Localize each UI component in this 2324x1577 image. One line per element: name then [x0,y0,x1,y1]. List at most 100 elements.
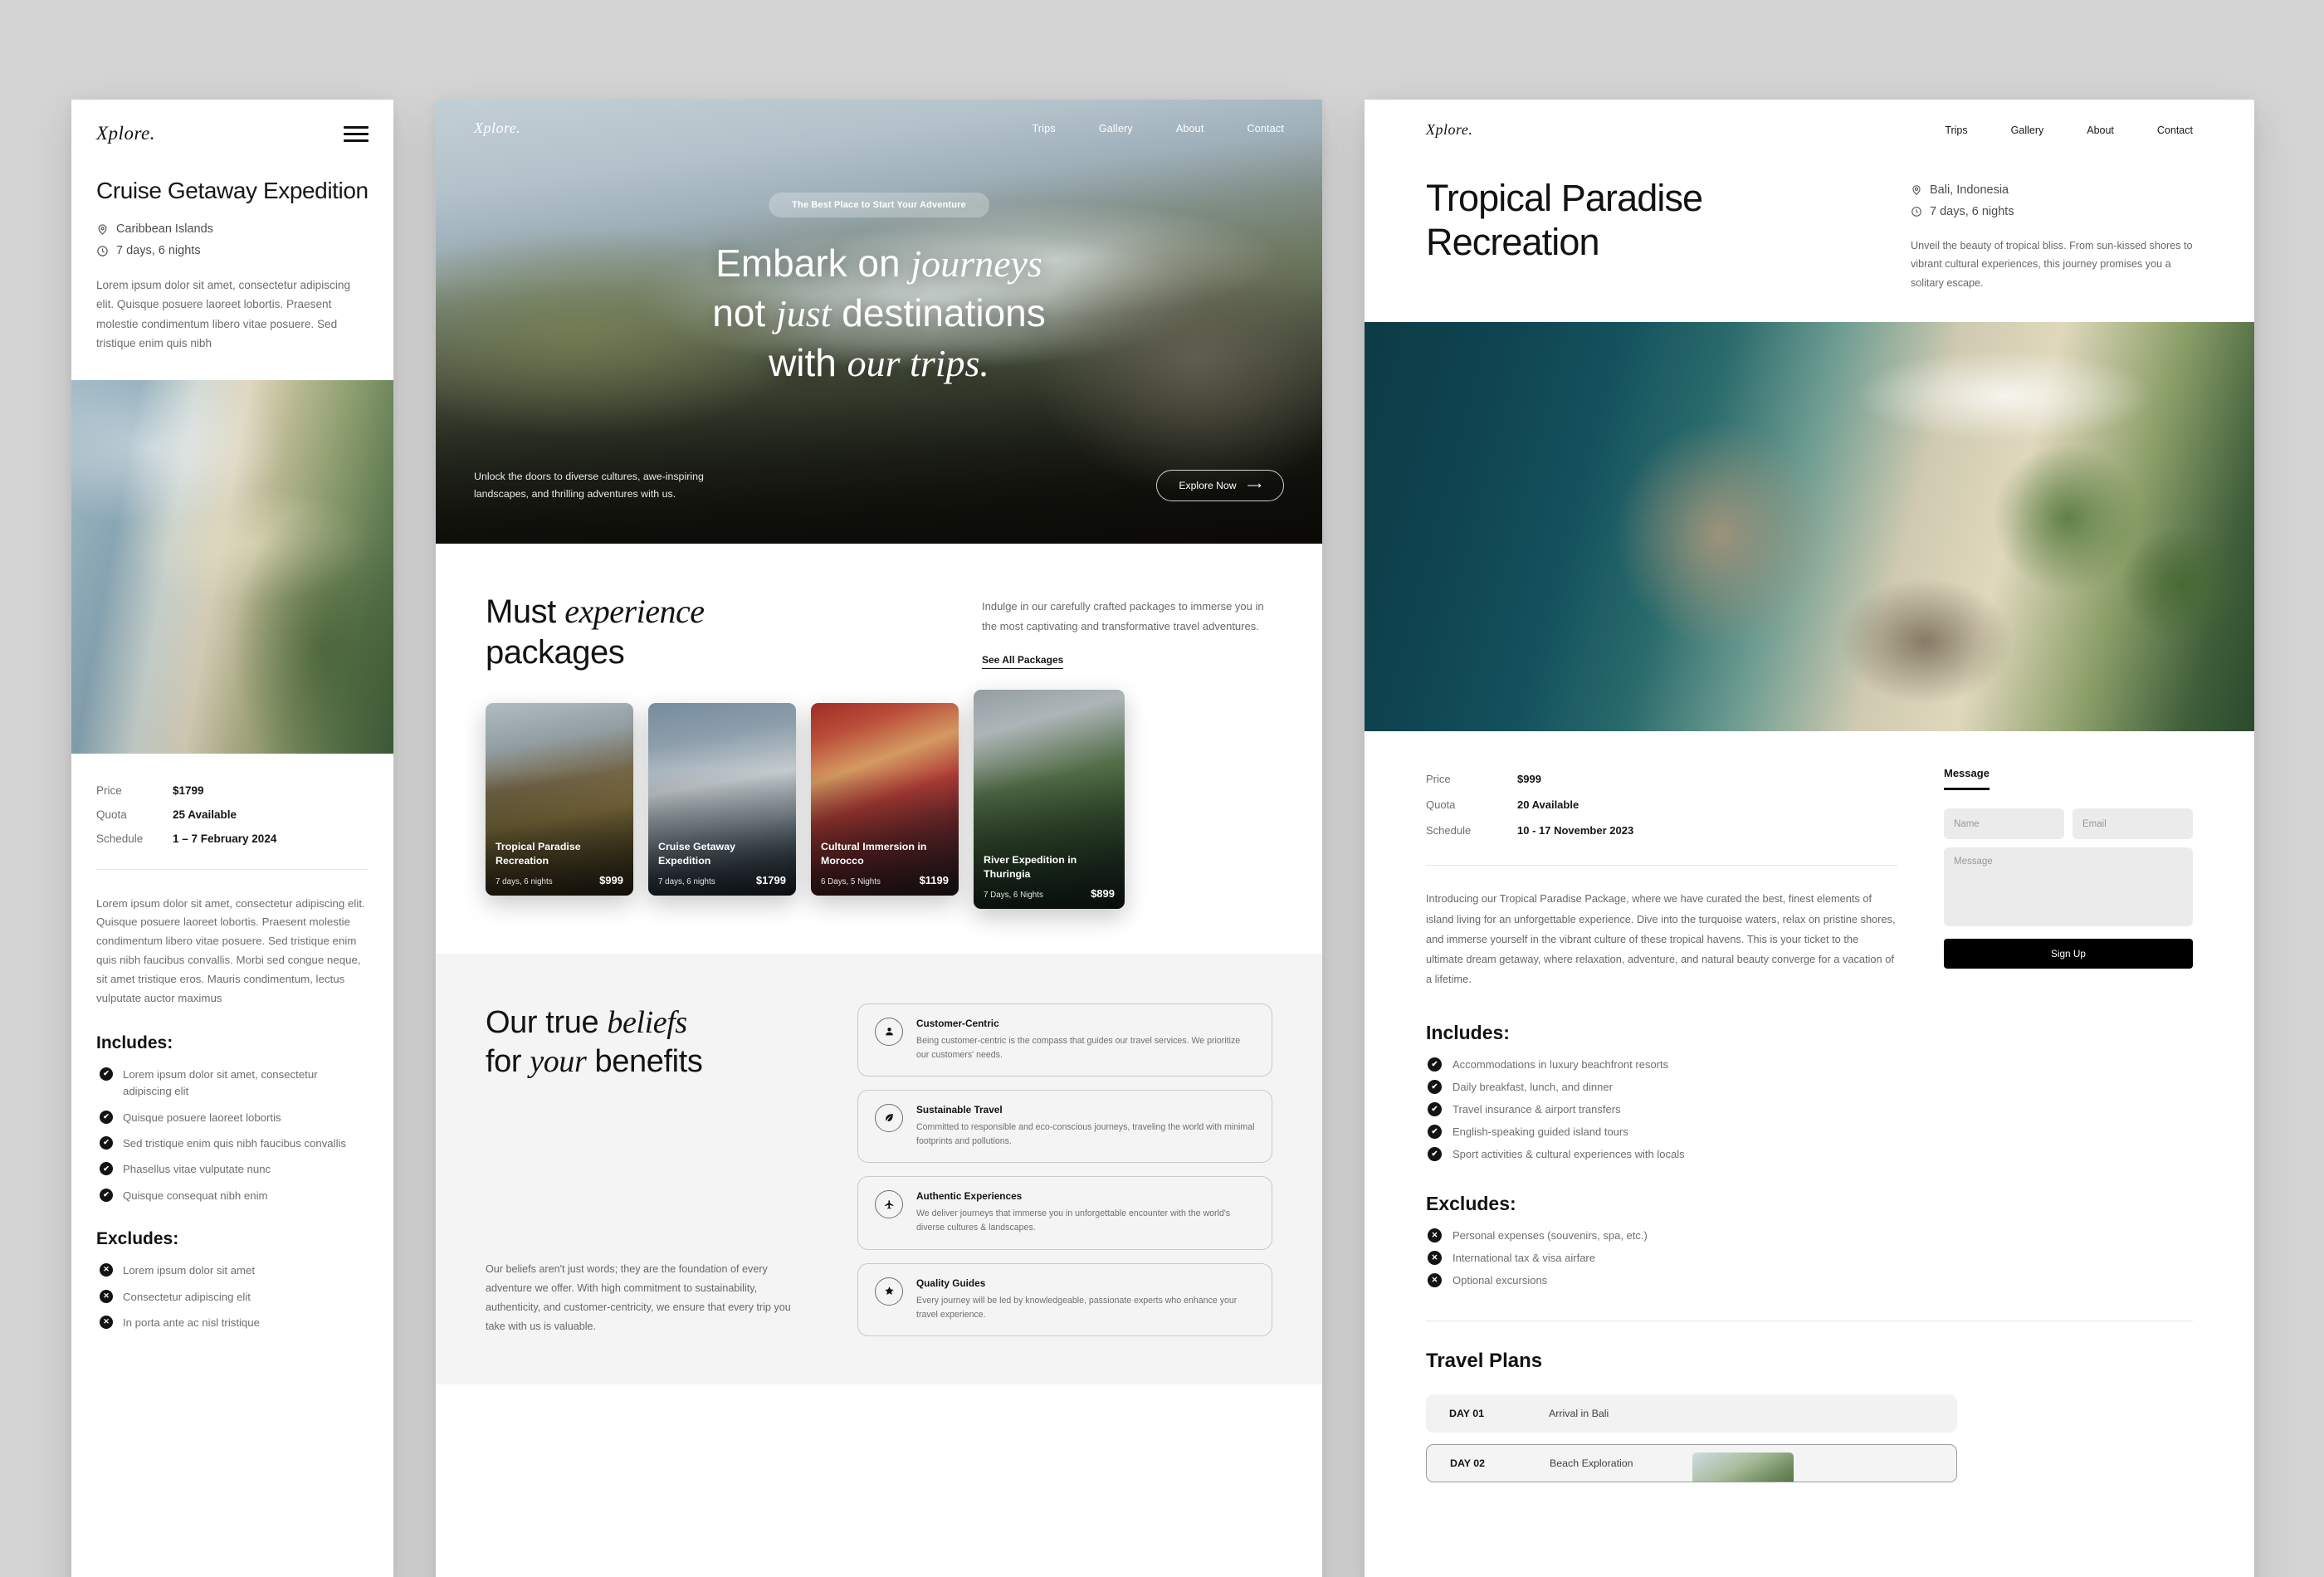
title-part-italic: experience [564,593,705,630]
clock-icon [96,245,109,257]
brand-logo[interactable]: Xplore. [1426,121,1472,139]
spec-value: 25 Available [173,808,237,821]
nav-item-trips[interactable]: Trips [1033,121,1056,136]
nav-link[interactable]: Contact [1247,123,1284,134]
plan-name: Beach Exploration [1550,1457,1633,1469]
intro-paragraph: Lorem ipsum dolor sit amet, consectetur … [96,279,350,350]
plan-row[interactable]: DAY 02 Beach Exploration [1426,1443,1957,1482]
package-card-body: Tropical Paradise Recreation 7 days, 6 n… [496,840,623,886]
list-item-label: Travel insurance & airport transfers [1452,1102,1621,1116]
nav-item-trips[interactable]: Trips [1945,123,1967,138]
headline-line-3: with our trips. [436,339,1322,388]
body-paragraph: Lorem ipsum dolor sit amet, consectetur … [96,896,365,1004]
check-icon: ✔ [1428,1057,1442,1072]
package-card[interactable]: Tropical Paradise Recreation 7 days, 6 n… [486,702,633,896]
trip-meta: Caribbean Islands 7 days, 6 nights [71,204,393,257]
spec-row: Quota 20 Available [1426,792,1897,818]
page-title: Tropical Paradise Recreation [1426,177,1703,263]
spec-row: Price $999 [1426,766,1897,792]
nav-link[interactable]: Trips [1033,123,1056,134]
package-name: Cultural Immersion in Morocco [821,841,927,867]
nav-link[interactable]: About [2087,124,2114,136]
list-item: ✔ Sed tristique enim quis nibh faucibus c… [100,1135,369,1152]
brand-logo[interactable]: Xplore. [474,120,520,137]
nav-link[interactable]: Trips [1945,124,1967,136]
mobile-header: Xplore. [71,100,393,144]
package-name: River Expedition in Thuringia [984,854,1077,880]
belief-card[interactable]: Sustainable Travel Committed to responsi… [857,1089,1272,1164]
close-icon: ✕ [100,1263,113,1277]
see-all-packages-link[interactable]: See All Packages [982,654,1064,670]
brand-logo[interactable]: Xplore. [96,123,155,144]
package-price: $899 [1091,886,1115,900]
check-icon: ✔ [1428,1079,1442,1094]
list-item-label: Sed tristique enim quis nibh faucibus co… [123,1137,347,1150]
package-card-body: Cultural Immersion in Morocco 6 Days, 5 … [821,840,949,886]
email-field[interactable] [2073,808,2193,840]
title-part: for [486,1044,530,1080]
list-item-label: Sport activities & cultural experiences … [1452,1147,1685,1160]
nav-link[interactable]: About [1176,123,1204,134]
package-card[interactable]: Cultural Immersion in Morocco 6 Days, 5 … [811,702,959,896]
title-part: Must [486,593,565,630]
message-field[interactable] [1944,847,2193,927]
plan-day: DAY 02 [1450,1457,1486,1469]
belief-card[interactable]: Quality Guides Every journey will be led… [857,1262,1272,1336]
nav-link[interactable]: Gallery [1099,123,1133,134]
sign-up-button[interactable]: Sign Up [1944,939,2193,969]
nav-item-gallery[interactable]: Gallery [2011,123,2044,138]
packages-title: Must experience packages [486,592,705,673]
hero-badge: The Best Place to Start Your Adventure [769,193,989,217]
packages-header: Must experience packages Indulge in our … [436,544,1322,673]
explore-now-button[interactable]: Explore Now ⟶ [1156,470,1284,502]
nav-link[interactable]: Gallery [2011,124,2044,136]
duration-row: 7 days, 6 nights [1911,205,2193,218]
package-price: $1199 [919,873,949,886]
list-item: ✔ Phasellus vitae vulputate nunc [100,1161,369,1178]
package-duration: 7 days, 6 nights [658,876,715,886]
list-item: ✕ In porta ante ac nisl tristique [100,1315,369,1331]
coastline-photo [71,379,393,754]
belief-title: Customer-Centric [916,1017,999,1029]
belief-card[interactable]: Authentic Experiences We deliver journey… [857,1176,1272,1250]
tab-message[interactable]: Message [1944,767,1990,791]
travel-plans-list: DAY 01 Arrival in Bali DAY 02 Beach Expl… [1365,1373,2254,1482]
headline-part: not [712,290,776,334]
spec-row: Schedule 1 – 7 February 2024 [96,827,369,851]
hamburger-menu-icon[interactable] [344,125,369,142]
list-item: ✕ Consectetur adipiscing elit [100,1289,369,1306]
detail-navbar: Xplore. Trips Gallery About Contact [1365,100,2254,139]
belief-card[interactable]: Customer-Centric Being customer-centric … [857,1003,1272,1077]
close-icon: ✕ [1428,1228,1442,1243]
package-duration: 7 days, 6 nights [496,876,553,886]
package-card[interactable]: River Expedition in Thuringia 7 Days, 6 … [974,689,1125,909]
arrow-right-icon: ⟶ [1247,480,1262,492]
nav-item-contact[interactable]: Contact [1247,121,1284,136]
plan-row[interactable]: DAY 01 Arrival in Bali [1426,1394,1957,1433]
spec-value: 1 – 7 February 2024 [173,832,277,845]
desktop-home-panel: Xplore. Trips Gallery About Contact The … [436,100,1322,1577]
list-item: ✔ English-speaking guided island tours [1428,1124,2193,1139]
contact-form: Message Sign Up [1944,766,2193,990]
spec-value: 20 Available [1517,798,1579,812]
nav-item-gallery[interactable]: Gallery [1099,121,1133,136]
star-icon [875,1277,903,1306]
list-item: ✔ Travel insurance & airport transfers [1428,1101,2193,1116]
check-icon: ✔ [1428,1146,1442,1161]
list-item-label: Consectetur adipiscing elit [123,1290,251,1303]
duration-text: 7 days, 6 nights [1930,205,2014,218]
nav-link[interactable]: Contact [2157,124,2193,136]
belief-description: We deliver journeys that immerse you in … [916,1208,1231,1233]
list-item-label: Personal expenses (souvenirs, spa, etc.) [1452,1228,1648,1242]
nav-item-contact[interactable]: Contact [2157,123,2193,138]
list-item-label: Lorem ipsum dolor sit amet, consectetur … [123,1067,318,1098]
headline-part: Embark on [715,242,911,285]
nav-item-about[interactable]: About [2087,123,2114,138]
nav-item-about[interactable]: About [1176,121,1204,136]
spec-row: Price $1799 [96,779,369,803]
spec-key: Price [96,784,122,797]
package-duration: 6 Days, 5 Nights [821,876,881,886]
name-field[interactable] [1944,808,2064,840]
package-card[interactable]: Cruise Getaway Expedition 7 days, 6 nigh… [648,702,796,896]
divider [1426,865,1897,867]
